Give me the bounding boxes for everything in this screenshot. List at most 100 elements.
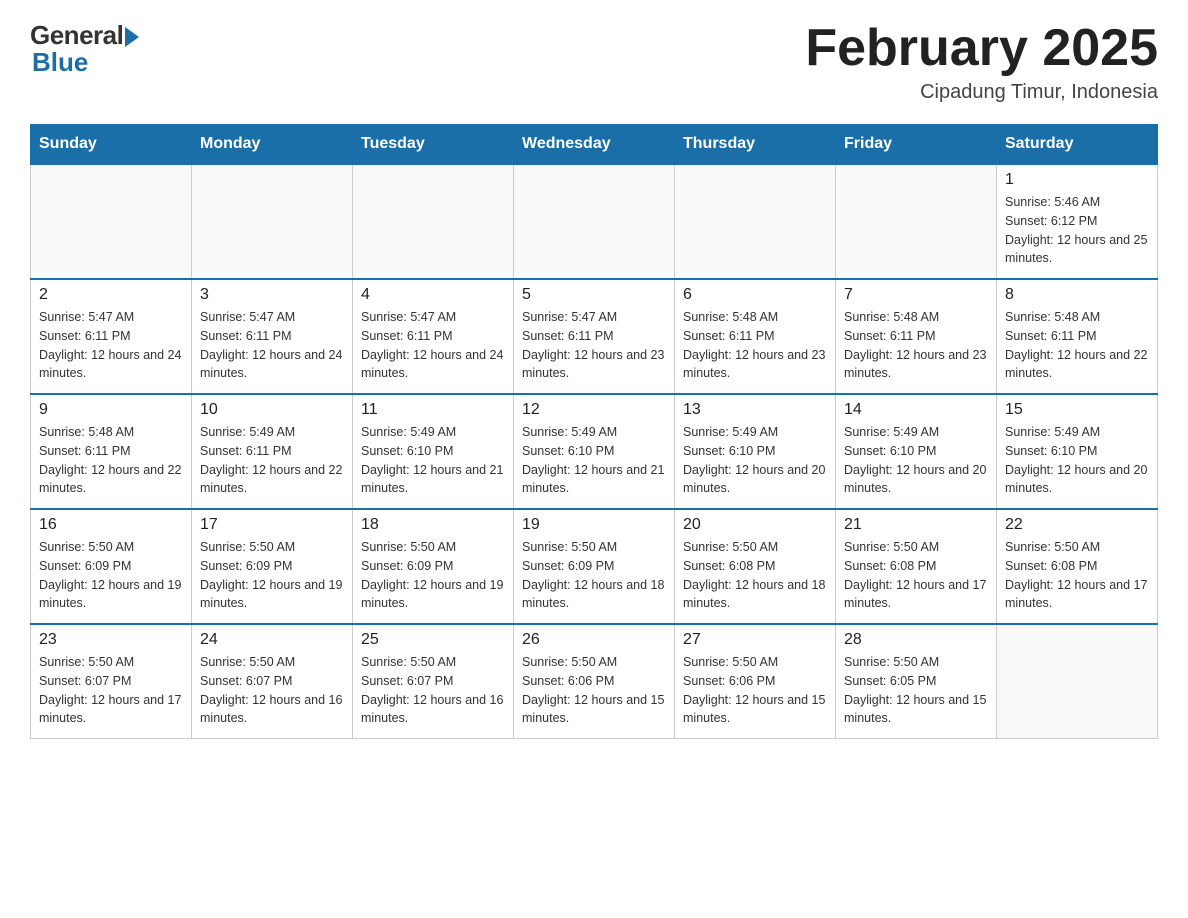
day-number: 25 <box>361 631 505 649</box>
calendar-day-cell: 2 Sunrise: 5:47 AMSunset: 6:11 PMDaylight… <box>31 279 192 394</box>
calendar-day-cell: 28 Sunrise: 5:50 AMSunset: 6:05 PMDayligh… <box>836 624 997 739</box>
calendar-week-row: 23 Sunrise: 5:50 AMSunset: 6:07 PMDayligh… <box>31 624 1158 739</box>
day-number: 28 <box>844 631 988 649</box>
calendar-table: SundayMondayTuesdayWednesdayThursdayFrid… <box>30 124 1158 739</box>
calendar-day-cell: 22 Sunrise: 5:50 AMSunset: 6:08 PMDayligh… <box>997 509 1158 624</box>
calendar-day-cell: 19 Sunrise: 5:50 AMSunset: 6:09 PMDayligh… <box>514 509 675 624</box>
calendar-day-cell: 24 Sunrise: 5:50 AMSunset: 6:07 PMDayligh… <box>192 624 353 739</box>
day-number: 10 <box>200 401 344 419</box>
page-header: General Blue February 2025 Cipadung Timu… <box>30 20 1158 104</box>
calendar-week-row: 2 Sunrise: 5:47 AMSunset: 6:11 PMDaylight… <box>31 279 1158 394</box>
calendar-body: 1 Sunrise: 5:46 AMSunset: 6:12 PMDaylight… <box>31 164 1158 739</box>
calendar-week-row: 9Sunrise: 5:48 AMSunset: 6:11 PMDaylight… <box>31 394 1158 509</box>
calendar-day-cell: 25 Sunrise: 5:50 AMSunset: 6:07 PMDayligh… <box>353 624 514 739</box>
day-info: Sunrise: 5:49 AMSunset: 6:10 PMDaylight:… <box>522 423 666 498</box>
day-number: 5 <box>522 286 666 304</box>
day-info: Sunrise: 5:49 AMSunset: 6:11 PMDaylight:… <box>200 423 344 498</box>
day-number: 19 <box>522 516 666 534</box>
day-number: 2 <box>39 286 183 304</box>
day-info: Sunrise: 5:50 AMSunset: 6:07 PMDaylight:… <box>200 653 344 728</box>
day-info: Sunrise: 5:49 AMSunset: 6:10 PMDaylight:… <box>361 423 505 498</box>
day-number: 1 <box>1005 171 1149 189</box>
calendar-day-cell <box>836 164 997 279</box>
day-of-week-header: Friday <box>836 125 997 165</box>
day-info: Sunrise: 5:50 AMSunset: 6:08 PMDaylight:… <box>683 538 827 613</box>
day-number: 22 <box>1005 516 1149 534</box>
calendar-day-cell: 8Sunrise: 5:48 AMSunset: 6:11 PMDaylight… <box>997 279 1158 394</box>
calendar-day-cell: 1 Sunrise: 5:46 AMSunset: 6:12 PMDaylight… <box>997 164 1158 279</box>
day-number: 9 <box>39 401 183 419</box>
day-of-week-header: Saturday <box>997 125 1158 165</box>
calendar-header: SundayMondayTuesdayWednesdayThursdayFrid… <box>31 125 1158 165</box>
day-number: 20 <box>683 516 827 534</box>
day-number: 14 <box>844 401 988 419</box>
day-number: 24 <box>200 631 344 649</box>
day-info: Sunrise: 5:50 AMSunset: 6:09 PMDaylight:… <box>522 538 666 613</box>
calendar-day-cell: 23 Sunrise: 5:50 AMSunset: 6:07 PMDayligh… <box>31 624 192 739</box>
day-number: 17 <box>200 516 344 534</box>
calendar-day-cell: 27Sunrise: 5:50 AMSunset: 6:06 PMDayligh… <box>675 624 836 739</box>
day-info: Sunrise: 5:47 AMSunset: 6:11 PMDaylight:… <box>361 308 505 383</box>
day-number: 23 <box>39 631 183 649</box>
day-of-week-header: Monday <box>192 125 353 165</box>
day-info: Sunrise: 5:46 AMSunset: 6:12 PMDaylight:… <box>1005 193 1149 268</box>
day-number: 8 <box>1005 286 1149 304</box>
calendar-day-cell: 4 Sunrise: 5:47 AMSunset: 6:11 PMDaylight… <box>353 279 514 394</box>
calendar-day-cell: 18 Sunrise: 5:50 AMSunset: 6:09 PMDayligh… <box>353 509 514 624</box>
month-title: February 2025 <box>805 20 1158 77</box>
day-info: Sunrise: 5:48 AMSunset: 6:11 PMDaylight:… <box>844 308 988 383</box>
logo-blue-text: Blue <box>32 47 88 78</box>
calendar-day-cell: 13 Sunrise: 5:49 AMSunset: 6:10 PMDayligh… <box>675 394 836 509</box>
calendar-day-cell: 15Sunrise: 5:49 AMSunset: 6:10 PMDayligh… <box>997 394 1158 509</box>
day-info: Sunrise: 5:50 AMSunset: 6:07 PMDaylight:… <box>39 653 183 728</box>
day-info: Sunrise: 5:50 AMSunset: 6:07 PMDaylight:… <box>361 653 505 728</box>
day-info: Sunrise: 5:48 AMSunset: 6:11 PMDaylight:… <box>683 308 827 383</box>
day-number: 6 <box>683 286 827 304</box>
day-info: Sunrise: 5:50 AMSunset: 6:05 PMDaylight:… <box>844 653 988 728</box>
calendar-day-cell: 26Sunrise: 5:50 AMSunset: 6:06 PMDayligh… <box>514 624 675 739</box>
calendar-day-cell <box>514 164 675 279</box>
calendar-day-cell <box>997 624 1158 739</box>
day-number: 21 <box>844 516 988 534</box>
day-info: Sunrise: 5:47 AMSunset: 6:11 PMDaylight:… <box>39 308 183 383</box>
day-info: Sunrise: 5:50 AMSunset: 6:09 PMDaylight:… <box>39 538 183 613</box>
calendar-day-cell: 9Sunrise: 5:48 AMSunset: 6:11 PMDaylight… <box>31 394 192 509</box>
day-number: 18 <box>361 516 505 534</box>
day-number: 12 <box>522 401 666 419</box>
calendar-day-cell: 12 Sunrise: 5:49 AMSunset: 6:10 PMDayligh… <box>514 394 675 509</box>
day-number: 27 <box>683 631 827 649</box>
calendar-day-cell: 21 Sunrise: 5:50 AMSunset: 6:08 PMDayligh… <box>836 509 997 624</box>
day-number: 16 <box>39 516 183 534</box>
calendar-day-cell <box>31 164 192 279</box>
calendar-day-cell: 16 Sunrise: 5:50 AMSunset: 6:09 PMDayligh… <box>31 509 192 624</box>
day-of-week-header: Sunday <box>31 125 192 165</box>
day-info: Sunrise: 5:47 AMSunset: 6:11 PMDaylight:… <box>200 308 344 383</box>
day-number: 15 <box>1005 401 1149 419</box>
day-info: Sunrise: 5:50 AMSunset: 6:09 PMDaylight:… <box>200 538 344 613</box>
day-number: 26 <box>522 631 666 649</box>
calendar-day-cell: 3Sunrise: 5:47 AMSunset: 6:11 PMDaylight… <box>192 279 353 394</box>
calendar-day-cell <box>675 164 836 279</box>
calendar-day-cell: 20 Sunrise: 5:50 AMSunset: 6:08 PMDayligh… <box>675 509 836 624</box>
calendar-day-cell: 5Sunrise: 5:47 AMSunset: 6:11 PMDaylight… <box>514 279 675 394</box>
logo-arrow-icon <box>125 27 139 47</box>
day-of-week-header: Thursday <box>675 125 836 165</box>
day-info: Sunrise: 5:50 AMSunset: 6:08 PMDaylight:… <box>844 538 988 613</box>
calendar-day-cell: 7 Sunrise: 5:48 AMSunset: 6:11 PMDaylight… <box>836 279 997 394</box>
day-number: 13 <box>683 401 827 419</box>
calendar-day-cell: 17 Sunrise: 5:50 AMSunset: 6:09 PMDayligh… <box>192 509 353 624</box>
calendar-day-cell: 14 Sunrise: 5:49 AMSunset: 6:10 PMDayligh… <box>836 394 997 509</box>
day-number: 7 <box>844 286 988 304</box>
day-of-week-header: Wednesday <box>514 125 675 165</box>
calendar-day-cell: 10 Sunrise: 5:49 AMSunset: 6:11 PMDayligh… <box>192 394 353 509</box>
day-number: 11 <box>361 401 505 419</box>
calendar-week-row: 1 Sunrise: 5:46 AMSunset: 6:12 PMDaylight… <box>31 164 1158 279</box>
calendar-day-cell: 11 Sunrise: 5:49 AMSunset: 6:10 PMDayligh… <box>353 394 514 509</box>
day-info: Sunrise: 5:50 AMSunset: 6:09 PMDaylight:… <box>361 538 505 613</box>
day-info: Sunrise: 5:49 AMSunset: 6:10 PMDaylight:… <box>844 423 988 498</box>
day-info: Sunrise: 5:50 AMSunset: 6:08 PMDaylight:… <box>1005 538 1149 613</box>
calendar-day-cell: 6 Sunrise: 5:48 AMSunset: 6:11 PMDaylight… <box>675 279 836 394</box>
logo: General Blue <box>30 20 139 78</box>
day-number: 4 <box>361 286 505 304</box>
day-info: Sunrise: 5:49 AMSunset: 6:10 PMDaylight:… <box>683 423 827 498</box>
